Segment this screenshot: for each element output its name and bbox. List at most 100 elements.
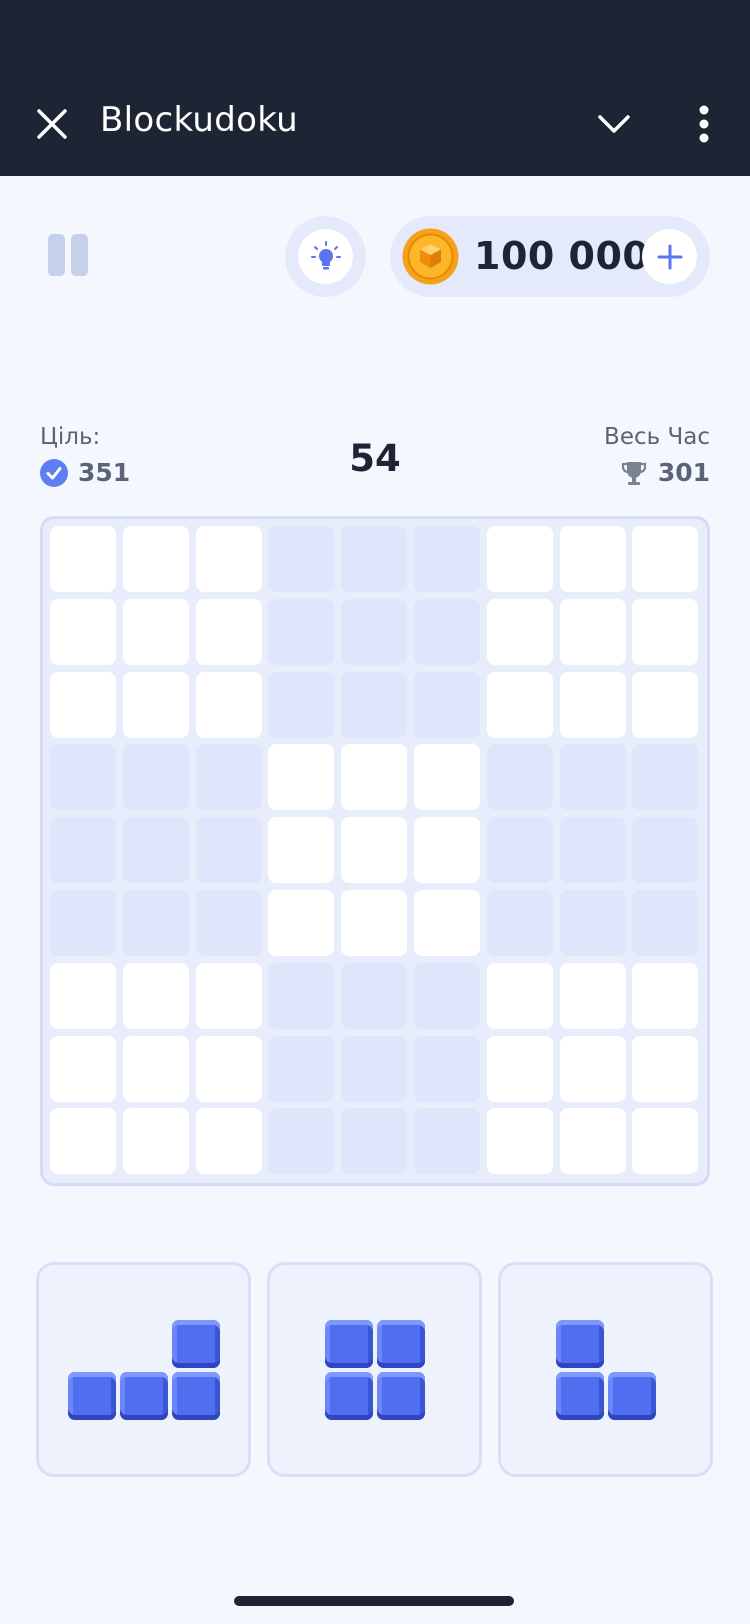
piece-l-corner-block[interactable] <box>555 1319 604 1368</box>
board-cell[interactable] <box>341 598 408 665</box>
board-cell[interactable] <box>632 817 699 884</box>
board-cell[interactable] <box>50 744 116 811</box>
board-cell[interactable] <box>559 1035 626 1102</box>
board-cell[interactable] <box>632 671 699 738</box>
board-cell[interactable] <box>195 817 262 884</box>
piece-square-block[interactable] <box>376 1371 425 1420</box>
board-cell[interactable] <box>50 817 116 884</box>
board-cell[interactable] <box>122 598 189 665</box>
piece-l-corner-block[interactable] <box>555 1371 604 1420</box>
board-cell[interactable] <box>268 598 335 665</box>
board-cell[interactable] <box>195 526 262 592</box>
board-cell[interactable] <box>414 526 480 592</box>
board-cell[interactable] <box>559 526 626 592</box>
board-cell[interactable] <box>632 1108 699 1175</box>
board-cell[interactable] <box>195 890 262 956</box>
board-cell[interactable] <box>195 1108 262 1175</box>
board-cell[interactable] <box>559 962 626 1029</box>
board-cell[interactable] <box>486 1035 553 1102</box>
board-cell[interactable] <box>632 962 699 1029</box>
board-cell[interactable] <box>341 526 408 592</box>
piece-square-block[interactable] <box>376 1319 425 1368</box>
board-cell[interactable] <box>559 890 626 956</box>
board-cell[interactable] <box>122 1108 189 1175</box>
board-cell[interactable] <box>414 962 480 1029</box>
board-cell[interactable] <box>341 890 408 956</box>
board-cell[interactable] <box>268 526 335 592</box>
board-cell[interactable] <box>50 890 116 956</box>
board-cell[interactable] <box>559 817 626 884</box>
board-cell[interactable] <box>50 671 116 738</box>
chevron-down-icon[interactable] <box>594 108 634 140</box>
board-cell[interactable] <box>414 817 480 884</box>
board-cell[interactable] <box>486 598 553 665</box>
board-cell[interactable] <box>486 962 553 1029</box>
board-cell[interactable] <box>50 526 116 592</box>
board-cell[interactable] <box>122 962 189 1029</box>
board-cell[interactable] <box>341 1108 408 1175</box>
board-cell[interactable] <box>414 890 480 956</box>
pause-icon[interactable] <box>46 234 90 278</box>
board-cell[interactable] <box>632 744 699 811</box>
board-cell[interactable] <box>414 598 480 665</box>
add-coins-button[interactable] <box>642 229 697 284</box>
board-cell[interactable] <box>414 671 480 738</box>
piece-l-right-block[interactable] <box>171 1371 220 1420</box>
piece-l-right-block[interactable] <box>67 1371 116 1420</box>
board-cell[interactable] <box>122 890 189 956</box>
piece-square-block[interactable] <box>324 1371 373 1420</box>
board-cell[interactable] <box>341 744 408 811</box>
board-cell[interactable] <box>195 1035 262 1102</box>
board-cell[interactable] <box>559 598 626 665</box>
hint-button[interactable] <box>285 216 366 297</box>
board-cell[interactable] <box>486 817 553 884</box>
board-cell[interactable] <box>486 890 553 956</box>
board-cell[interactable] <box>559 1108 626 1175</box>
board-cell[interactable] <box>50 1108 116 1175</box>
board-cell[interactable] <box>486 671 553 738</box>
board-cell[interactable] <box>414 1035 480 1102</box>
piece-square-block[interactable] <box>324 1319 373 1368</box>
board-cell[interactable] <box>268 744 335 811</box>
board-cell[interactable] <box>122 744 189 811</box>
board-cell[interactable] <box>195 744 262 811</box>
board-cell[interactable] <box>559 744 626 811</box>
board-cell[interactable] <box>341 962 408 1029</box>
board-cell[interactable] <box>268 1035 335 1102</box>
board-cell[interactable] <box>632 1035 699 1102</box>
close-icon[interactable] <box>34 106 70 142</box>
board-cell[interactable] <box>341 817 408 884</box>
board-cell[interactable] <box>632 526 699 592</box>
board-cell[interactable] <box>268 671 335 738</box>
board-cell[interactable] <box>122 1035 189 1102</box>
piece-l-right-block[interactable] <box>171 1319 220 1368</box>
board-cell[interactable] <box>341 1035 408 1102</box>
board-cell[interactable] <box>122 817 189 884</box>
game-board[interactable] <box>40 516 710 1186</box>
board-cell[interactable] <box>632 890 699 956</box>
board-cell[interactable] <box>414 1108 480 1175</box>
board-cell[interactable] <box>268 890 335 956</box>
board-cell[interactable] <box>268 1108 335 1175</box>
board-cell[interactable] <box>486 1108 553 1175</box>
board-cell[interactable] <box>195 598 262 665</box>
board-cell[interactable] <box>632 598 699 665</box>
board-cell[interactable] <box>559 671 626 738</box>
board-cell[interactable] <box>50 1035 116 1102</box>
board-cell[interactable] <box>486 744 553 811</box>
more-vertical-icon[interactable] <box>690 104 718 144</box>
board-cell[interactable] <box>268 817 335 884</box>
piece-tray-1[interactable] <box>36 1262 251 1477</box>
board-cell[interactable] <box>486 526 553 592</box>
piece-l-right-block[interactable] <box>119 1371 168 1420</box>
board-cell[interactable] <box>50 962 116 1029</box>
board-cell[interactable] <box>122 526 189 592</box>
piece-tray-2[interactable] <box>267 1262 482 1477</box>
piece-tray-3[interactable] <box>498 1262 713 1477</box>
board-cell[interactable] <box>268 962 335 1029</box>
board-cell[interactable] <box>341 671 408 738</box>
board-cell[interactable] <box>195 671 262 738</box>
board-cell[interactable] <box>414 744 480 811</box>
board-cell[interactable] <box>50 598 116 665</box>
piece-l-corner-block[interactable] <box>607 1371 656 1420</box>
